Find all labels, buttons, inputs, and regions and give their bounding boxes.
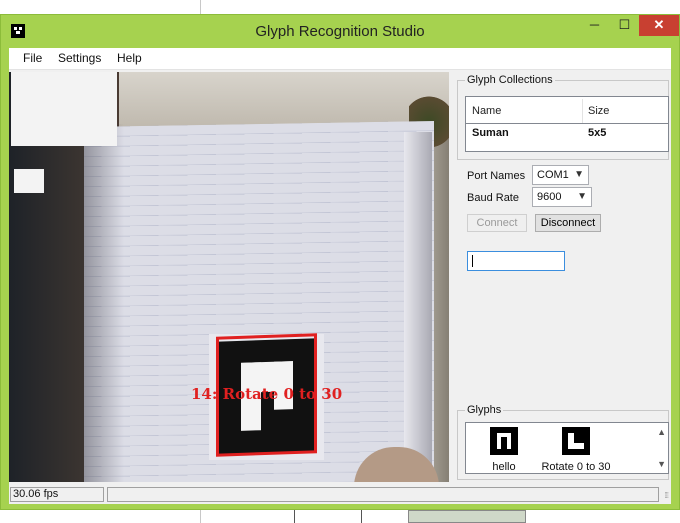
glyph-mini-preview: [14, 169, 44, 193]
disconnect-button[interactable]: Disconnect: [535, 214, 601, 232]
column-name-header[interactable]: Name: [472, 105, 501, 117]
camera-notebook-edge: [404, 132, 432, 482]
baud-rate-value: 9600: [537, 191, 562, 203]
fps-indicator: 30.06 fps: [10, 487, 104, 502]
baud-rate-select[interactable]: 9600 ▼: [532, 187, 592, 207]
window-title: Glyph Recognition Studio: [255, 23, 425, 40]
close-button[interactable]: ✕: [639, 15, 679, 36]
glyph-preview-panel: [11, 72, 117, 146]
column-size-header[interactable]: Size: [588, 105, 609, 117]
glyph-rotate-icon: [562, 427, 590, 455]
status-bar: 30.06 fps ⁞⁞⁞: [9, 485, 671, 504]
column-separator[interactable]: [582, 99, 583, 123]
menu-bar: File Settings Help: [9, 48, 671, 70]
collections-list-header: Name Size: [465, 96, 669, 124]
side-panel: Glyph Collections Name Size Suman 5x5 Po…: [455, 72, 669, 482]
scroll-up-icon[interactable]: ▲: [657, 427, 666, 437]
desktop-window-edge: [294, 510, 362, 523]
text-caret: [472, 255, 473, 267]
collection-row-name[interactable]: Suman: [472, 127, 509, 139]
collections-list: Suman 5x5: [465, 124, 669, 152]
resize-grip-icon[interactable]: ⁞⁞⁞: [664, 491, 669, 500]
menu-help[interactable]: Help: [117, 51, 142, 65]
serial-input-field[interactable]: [467, 251, 565, 271]
port-names-label: Port Names: [467, 170, 526, 182]
glyph-item-label: Rotate 0 to 30: [541, 461, 611, 473]
menu-settings[interactable]: Settings: [58, 51, 101, 65]
chevron-down-icon: ▼: [574, 169, 584, 180]
app-window: Glyph Recognition Studio ─ ☐ ✕ File Sett…: [0, 14, 680, 510]
scroll-down-icon[interactable]: ▼: [657, 459, 666, 469]
collection-row-size[interactable]: 5x5: [588, 127, 606, 139]
glyph-detection-label: 14: Rotate 0 to 30: [191, 385, 343, 403]
glyph-item-hello[interactable]: hello: [486, 427, 522, 473]
chevron-down-icon: ▼: [577, 191, 587, 202]
desktop-divider: [200, 510, 201, 523]
glyph-item-rotate[interactable]: Rotate 0 to 30: [540, 427, 612, 473]
baud-rate-label: Baud Rate: [467, 192, 519, 204]
camera-feed[interactable]: 14: Rotate 0 to 30: [9, 72, 449, 482]
glyph-collections-title: Glyph Collections: [465, 74, 555, 86]
glyph-item-label: hello: [492, 461, 516, 473]
port-names-select[interactable]: COM1 ▼: [532, 165, 589, 185]
connect-button[interactable]: Connect: [467, 214, 527, 232]
title-bar[interactable]: Glyph Recognition Studio ─ ☐ ✕: [1, 15, 679, 46]
minimize-button[interactable]: ─: [581, 15, 608, 36]
camera-notebook-shadow: [84, 124, 124, 482]
port-names-value: COM1: [537, 169, 569, 181]
desktop-window-thumbnail: [408, 510, 526, 523]
glyphs-title: Glyphs: [465, 404, 504, 416]
menu-file[interactable]: File: [23, 51, 42, 65]
glyphs-list: hello Rotate 0 to 30 ▲ ▼: [465, 422, 669, 474]
desktop-divider: [200, 0, 201, 14]
maximize-button[interactable]: ☐: [611, 15, 638, 36]
glyph-hello-icon: [490, 427, 518, 455]
client-area: 14: Rotate 0 to 30 Glyph Collections Nam…: [9, 70, 671, 504]
status-message-area: [107, 487, 659, 502]
